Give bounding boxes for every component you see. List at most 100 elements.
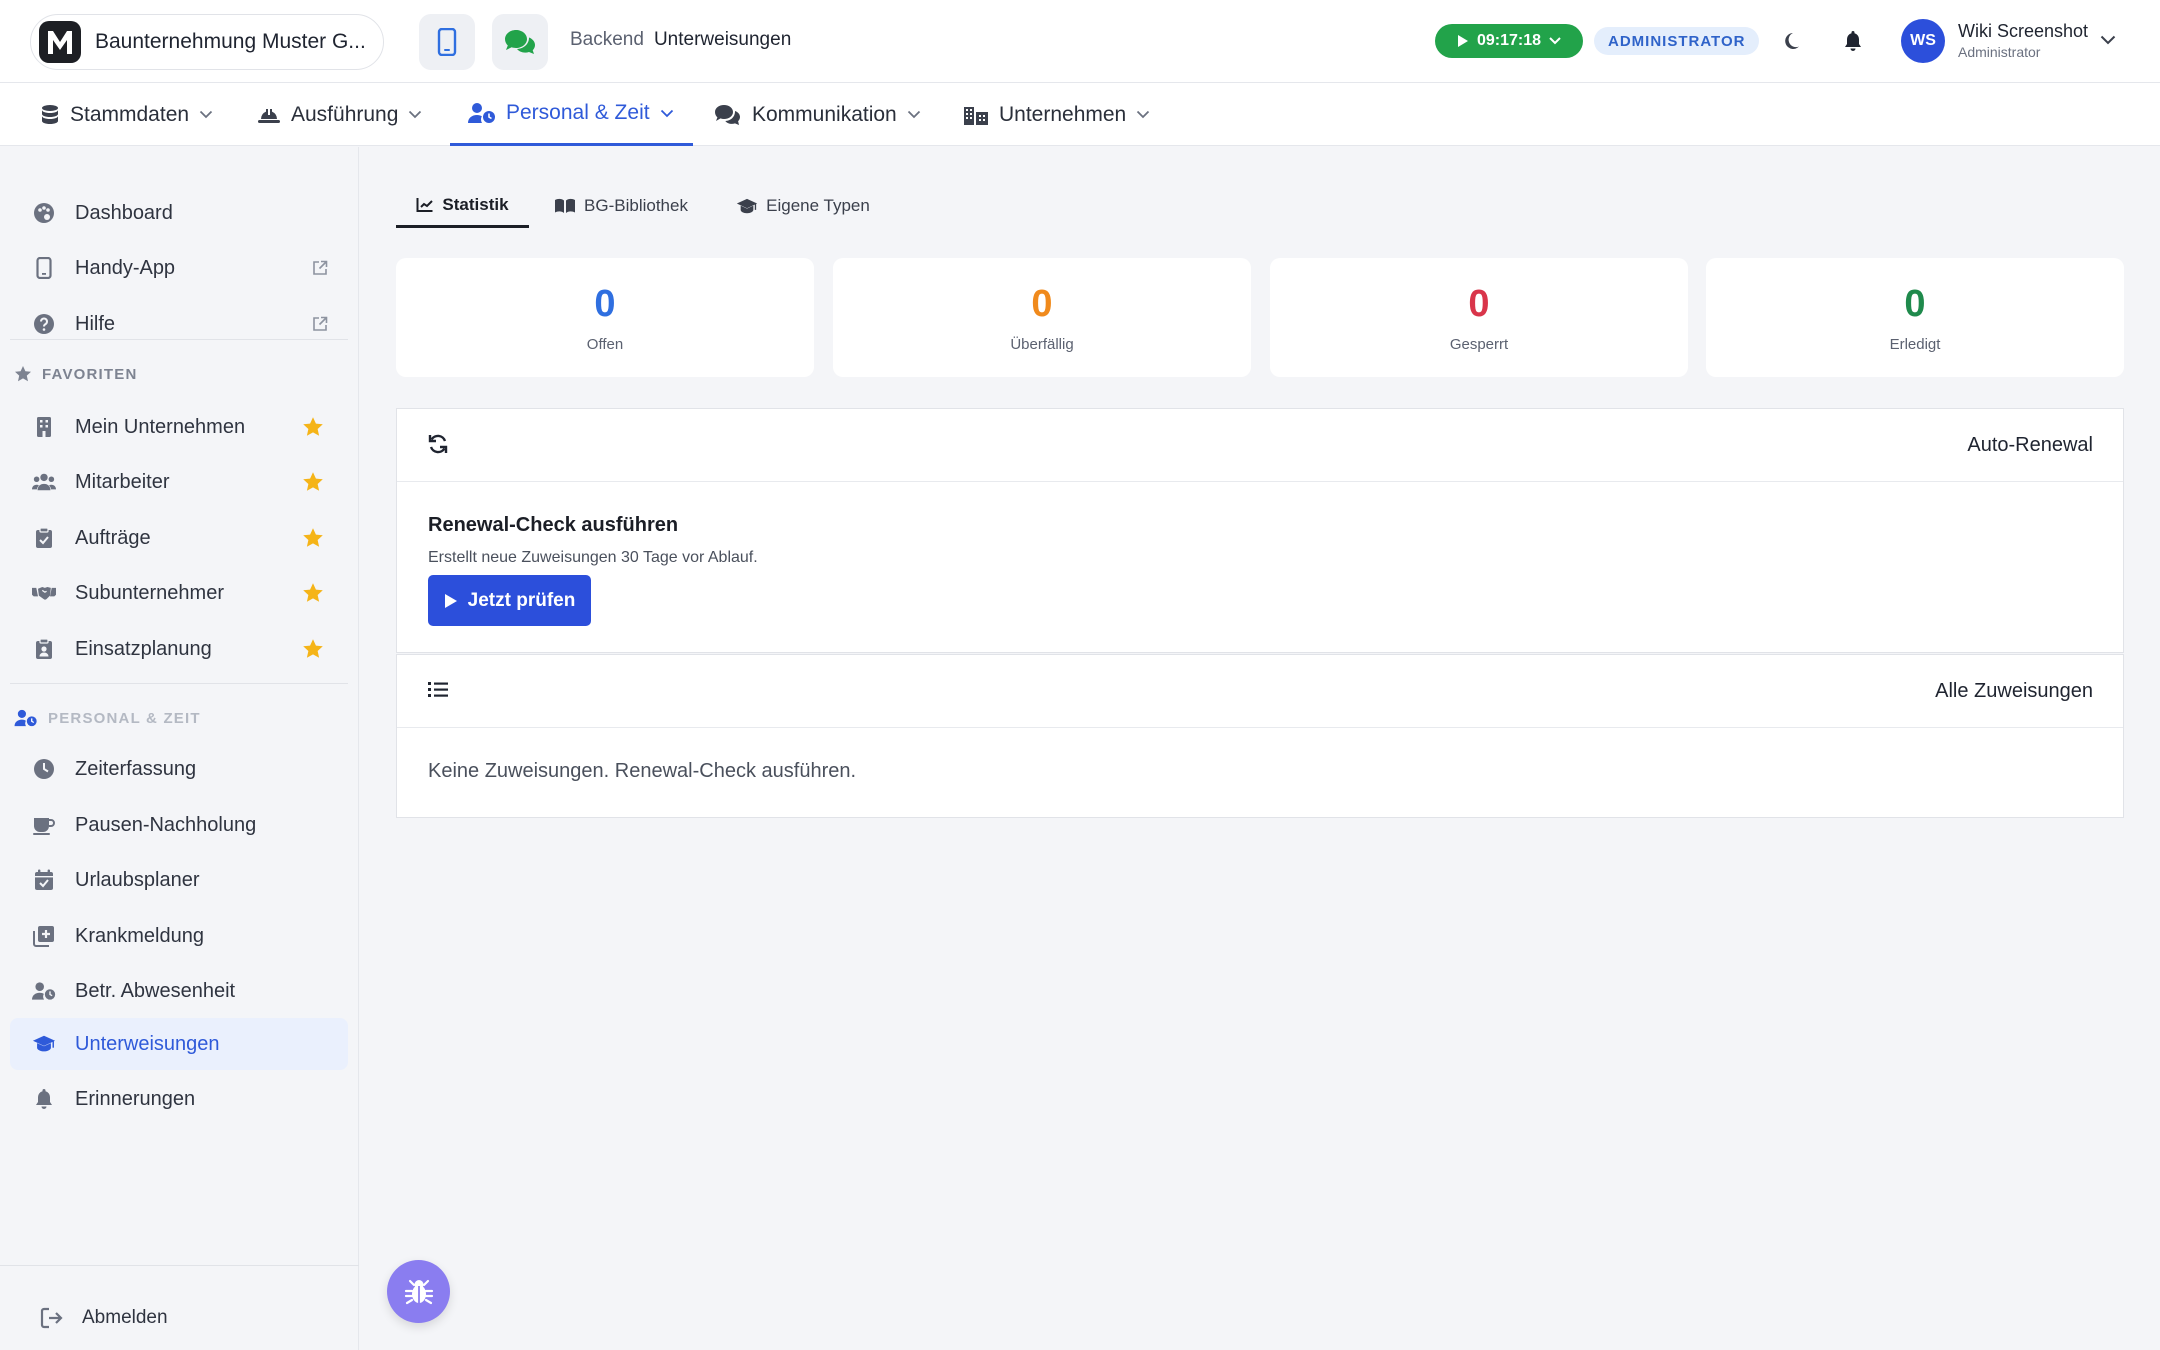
notes-medical-icon bbox=[32, 924, 56, 948]
breadcrumb: Backend Unterweisungen bbox=[570, 29, 791, 51]
palette-icon bbox=[32, 201, 56, 225]
bug-report-button[interactable] bbox=[387, 1260, 450, 1323]
stat-card-gesperrt: 0 Gesperrt bbox=[1270, 258, 1688, 377]
sync-icon bbox=[427, 433, 449, 460]
stat-card-offen: 0 Offen bbox=[396, 258, 814, 377]
nav-kommunikation[interactable]: Kommunikation bbox=[714, 83, 921, 146]
sidebar-item-mitarbeiter[interactable]: Mitarbeiter bbox=[10, 456, 348, 508]
chart-line-icon bbox=[416, 197, 434, 212]
logout-button[interactable]: Abmelden bbox=[40, 1307, 168, 1329]
graduation-cap-icon bbox=[32, 1032, 56, 1056]
favorite-star-icon[interactable] bbox=[302, 582, 324, 610]
card-title: Auto-Renewal bbox=[1967, 434, 2093, 456]
renewal-heading: Renewal-Check ausführen bbox=[428, 514, 679, 536]
sidebar-item-mein-unternehmen[interactable]: Mein Unternehmen bbox=[10, 401, 348, 453]
chevron-down-icon bbox=[2100, 35, 2116, 45]
card-header: Alle Zuweisungen bbox=[397, 655, 2123, 728]
stat-value-offen: 0 bbox=[594, 283, 616, 325]
nav-stammdaten[interactable]: Stammdaten bbox=[40, 83, 213, 146]
sidebar-item-einsatzplanung[interactable]: Einsatzplanung bbox=[10, 623, 348, 675]
mobile-app-button[interactable] bbox=[419, 14, 475, 70]
chevron-down-icon bbox=[1137, 110, 1150, 119]
database-icon bbox=[42, 104, 58, 124]
chevron-down-icon bbox=[907, 110, 920, 119]
coffee-icon bbox=[32, 813, 56, 837]
company-switcher[interactable]: Baunternehmung Muster G... bbox=[30, 14, 384, 70]
notifications-button[interactable] bbox=[1840, 28, 1866, 54]
card-title: Alle Zuweisungen bbox=[1935, 680, 2093, 702]
book-open-icon bbox=[555, 198, 576, 213]
sidebar-item-betr-abwesenheit[interactable]: Betr. Abwesenheit bbox=[10, 965, 348, 1017]
clock-icon bbox=[32, 757, 56, 781]
sidebar-item-zeiterfassung[interactable]: Zeiterfassung bbox=[10, 743, 348, 795]
nav-unternehmen[interactable]: Unternehmen bbox=[963, 83, 1150, 146]
sidebar-heading-favorites: FAVORITEN bbox=[14, 365, 138, 383]
moon-icon bbox=[1785, 33, 1799, 49]
top-bar: Baunternehmung Muster G... Backend Unter… bbox=[0, 0, 2160, 83]
bug-icon bbox=[404, 1279, 433, 1304]
favorite-star-icon[interactable] bbox=[302, 471, 324, 499]
assignments-card: Alle Zuweisungen Keine Zuweisungen. Rene… bbox=[396, 654, 2124, 818]
chevron-down-icon bbox=[1549, 37, 1561, 45]
tab-statistik[interactable]: Statistik bbox=[396, 184, 529, 228]
calendar-check-icon bbox=[32, 868, 56, 892]
nav-ausfuehrung[interactable]: Ausführung bbox=[257, 83, 422, 146]
question-icon bbox=[32, 312, 56, 336]
sidebar-item-hilfe[interactable]: Hilfe bbox=[10, 298, 348, 350]
stat-label-erledigt: Erledigt bbox=[1889, 336, 1941, 353]
user-clock-icon bbox=[468, 103, 495, 123]
sidebar: Dashboard Handy-App Hilfe FAVORITEN Mein… bbox=[0, 147, 359, 1350]
sidebar-item-urlaubsplaner[interactable]: Urlaubsplaner bbox=[10, 854, 348, 906]
users-icon bbox=[32, 470, 56, 494]
sidebar-item-krankmeldung[interactable]: Krankmeldung bbox=[10, 910, 348, 962]
user-name[interactable]: Wiki Screenshot bbox=[1958, 21, 2088, 42]
bell-icon bbox=[32, 1087, 56, 1111]
stat-value-gesperrt: 0 bbox=[1468, 283, 1490, 325]
stat-label-gesperrt: Gesperrt bbox=[1449, 336, 1509, 353]
empty-state-text: Keine Zuweisungen. Renewal-Check ausführ… bbox=[428, 760, 857, 782]
stat-value-erledigt: 0 bbox=[1904, 283, 1926, 325]
breadcrumb-root[interactable]: Backend bbox=[570, 29, 644, 51]
play-icon bbox=[444, 593, 457, 608]
renewal-description: Erstellt neue Zuweisungen 30 Tage vor Ab… bbox=[428, 549, 758, 566]
sidebar-item-unterweisungen[interactable]: Unterweisungen bbox=[10, 1018, 348, 1070]
sidebar-item-subunternehmer[interactable]: Subunternehmer bbox=[10, 567, 348, 619]
sidebar-item-dashboard[interactable]: Dashboard bbox=[10, 187, 348, 239]
external-link-icon bbox=[312, 315, 328, 338]
sidebar-item-handy-app[interactable]: Handy-App bbox=[10, 242, 348, 294]
handshake-icon bbox=[32, 581, 56, 605]
sign-out-icon bbox=[40, 1307, 63, 1329]
sidebar-divider bbox=[10, 339, 348, 340]
timer-value: 09:17:18 bbox=[1476, 32, 1542, 49]
time-tracking-timer[interactable]: 09:17:18 bbox=[1435, 24, 1583, 58]
favorite-star-icon[interactable] bbox=[302, 638, 324, 666]
sidebar-item-erinnerungen[interactable]: Erinnerungen bbox=[10, 1073, 348, 1125]
hardhat-icon bbox=[258, 108, 280, 123]
tab-bg-bibliothek[interactable]: BG-Bibliothek bbox=[546, 184, 696, 228]
chevron-down-icon bbox=[660, 109, 673, 117]
chat-button[interactable] bbox=[492, 14, 548, 70]
avatar[interactable]: WS bbox=[1901, 19, 1945, 63]
stat-label-offen: Offen bbox=[586, 336, 624, 353]
stat-card-ueberfaellig: 0 Überfällig bbox=[833, 258, 1251, 377]
sidebar-heading-personal-zeit: PERSONAL & ZEIT bbox=[14, 709, 201, 727]
nav-personal-zeit[interactable]: Personal & Zeit bbox=[450, 83, 693, 146]
card-header: Auto-Renewal bbox=[397, 409, 2123, 482]
stat-value-ueberfaellig: 0 bbox=[1031, 283, 1053, 325]
graduation-cap-icon bbox=[737, 198, 758, 213]
chevron-down-icon bbox=[199, 110, 213, 119]
check-now-button[interactable]: Jetzt prüfen bbox=[428, 575, 591, 626]
favorite-star-icon[interactable] bbox=[302, 527, 324, 555]
tab-eigene-typen[interactable]: Eigene Typen bbox=[723, 184, 883, 228]
sidebar-item-pausen-nachholung[interactable]: Pausen-Nachholung bbox=[10, 799, 348, 851]
dark-mode-toggle[interactable] bbox=[1778, 28, 1804, 54]
main-navigation: Stammdaten Ausführung Personal & Zeit Ko… bbox=[0, 83, 2160, 146]
company-name: Baunternehmung Muster G... bbox=[95, 30, 366, 53]
user-menu-toggle[interactable] bbox=[2100, 32, 2116, 50]
stat-card-erledigt: 0 Erledigt bbox=[1706, 258, 2124, 377]
sidebar-item-auftraege[interactable]: Aufträge bbox=[10, 512, 348, 564]
bell-icon bbox=[1845, 31, 1861, 51]
favorite-star-icon[interactable] bbox=[302, 416, 324, 444]
external-link-icon bbox=[312, 259, 328, 282]
role-badge: ADMINISTRATOR bbox=[1594, 27, 1760, 55]
